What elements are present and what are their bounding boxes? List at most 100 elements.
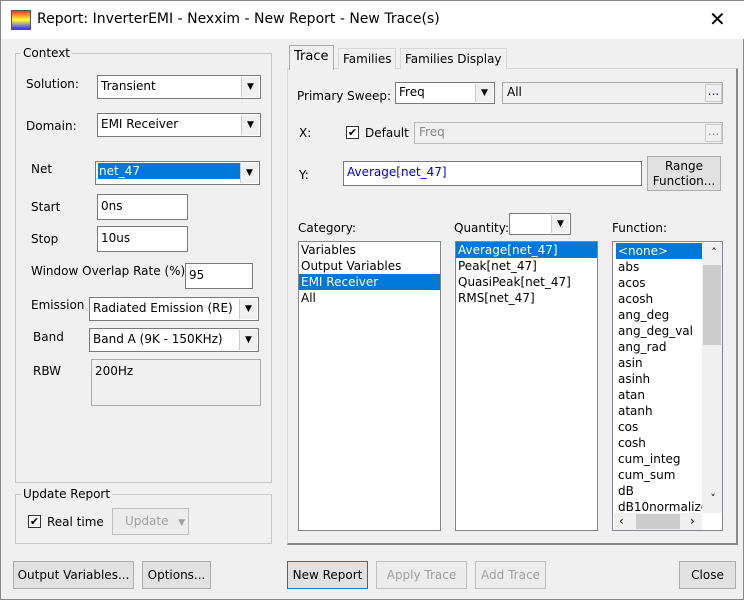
quantity-item[interactable]: RMS[net_47] (456, 290, 597, 306)
domain-label: Domain: (26, 119, 77, 133)
function-item[interactable]: abs (616, 259, 702, 275)
primary-sweep-value: Freq (399, 85, 425, 99)
primary-sweep-label: Primary Sweep: (297, 89, 392, 103)
default-label: Default (365, 126, 409, 140)
start-label: Start (31, 200, 61, 214)
x-field: Freq (414, 122, 723, 144)
realtime-label: Real time (47, 515, 104, 529)
quantity-item[interactable]: QuasiPeak[net_47] (456, 274, 597, 290)
function-item[interactable]: atan (616, 387, 702, 403)
net-combo[interactable]: net_47 ▼ (95, 161, 260, 185)
function-item[interactable]: acos (616, 275, 702, 291)
default-checkbox[interactable]: ✔ (346, 126, 359, 139)
category-item[interactable]: Variables (299, 242, 440, 258)
rbw-field: 200Hz (91, 359, 261, 406)
close-window-icon[interactable]: ✕ (709, 7, 726, 31)
options-button[interactable]: Options... (142, 561, 211, 589)
scroll-down-icon[interactable]: ˅ (702, 491, 722, 507)
domain-value: EMI Receiver (101, 117, 179, 131)
category-list[interactable]: Variables Output Variables EMI Receiver All (298, 241, 441, 531)
band-label: Band (33, 330, 64, 344)
output-variables-button[interactable]: Output Variables... (13, 561, 134, 589)
quantity-filter-combo[interactable]: ▼ (509, 213, 571, 235)
stop-label: Stop (31, 232, 59, 246)
emission-combo[interactable]: Radiated Emission (RE) ▼ (89, 297, 259, 321)
window-title: Report: InverterEMI - Nexxim - New Repor… (37, 11, 440, 27)
h-scrollbar-thumb[interactable] (636, 514, 680, 529)
overlap-input[interactable]: 95 (185, 263, 253, 289)
tab-trace[interactable]: Trace (289, 45, 334, 70)
function-item[interactable]: ang_rad (616, 339, 702, 355)
net-value: net_47 (98, 163, 240, 179)
function-item[interactable]: cos (616, 419, 702, 435)
chevron-down-icon: ▼ (239, 299, 257, 319)
quantity-list[interactable]: Average[net_47] Peak[net_47] QuasiPeak[net… (455, 241, 598, 531)
context-legend: Context (21, 46, 73, 60)
function-item[interactable]: acosh (616, 291, 702, 307)
function-item[interactable]: dB (616, 483, 702, 499)
category-label: Category: (298, 221, 356, 235)
function-item[interactable]: cosh (616, 435, 702, 451)
scroll-left-icon[interactable]: ‹ (619, 513, 624, 529)
quantity-item[interactable]: Average[net_47] (456, 242, 597, 258)
scroll-up-icon[interactable]: ˄ (704, 243, 722, 263)
domain-combo[interactable]: EMI Receiver ▼ (97, 113, 261, 137)
new-report-button[interactable]: New Report (287, 561, 368, 589)
function-list[interactable]: <none> abs acos acosh ang_deg ang_deg_val ang_… (612, 241, 723, 531)
start-input[interactable]: 0ns (97, 194, 188, 220)
update-report-legend: Update Report (21, 487, 113, 501)
app-logo-icon (11, 10, 31, 30)
solution-label: Solution: (26, 77, 79, 91)
band-combo[interactable]: Band A (9K - 150KHz) ▼ (89, 328, 259, 352)
function-item[interactable]: asinh (616, 371, 702, 387)
tab-families-display[interactable]: Families Display (400, 48, 507, 69)
category-item[interactable]: EMI Receiver (299, 274, 440, 290)
y-label: Y: (299, 168, 309, 182)
stop-input[interactable]: 10us (97, 226, 188, 252)
chevron-down-icon: ▼ (240, 163, 258, 183)
x-ellipsis-button[interactable]: ... (705, 124, 722, 142)
function-item[interactable]: <none> (616, 243, 702, 259)
update-button[interactable]: Update ▼ (112, 508, 189, 535)
add-trace-button[interactable]: Add Trace (475, 561, 546, 589)
range-function-button[interactable]: Range Function... (647, 156, 721, 191)
title-bar: Report: InverterEMI - Nexxim - New Repor… (1, 1, 744, 39)
chevron-down-icon: ▼ (178, 518, 186, 528)
primary-sweep-combo[interactable]: Freq ▼ (395, 82, 495, 104)
category-item[interactable]: Output Variables (299, 258, 440, 274)
scrollbar-thumb[interactable] (703, 265, 721, 345)
sweep-ellipsis-button[interactable]: ... (705, 84, 722, 102)
y-expression-input[interactable]: Average[net_47] (343, 161, 642, 186)
function-item[interactable]: ang_deg_val (616, 323, 702, 339)
category-item[interactable]: All (299, 290, 440, 306)
function-item[interactable]: asin (616, 355, 702, 371)
sweep-values-field: All (502, 82, 723, 104)
function-item[interactable]: dB10normalize (616, 499, 702, 513)
emission-label: Emission (31, 298, 85, 312)
function-item[interactable]: cum_integ (616, 451, 702, 467)
chevron-down-icon: ▼ (241, 115, 259, 135)
scroll-right-icon[interactable]: › (690, 513, 695, 529)
band-value: Band A (9K - 150KHz) (93, 332, 223, 346)
solution-value: Transient (101, 79, 156, 93)
chevron-down-icon: ▼ (475, 84, 493, 102)
horizontal-scrollbar[interactable]: ‹ › (614, 513, 702, 530)
function-item[interactable]: ang_deg (616, 307, 702, 323)
vertical-scrollbar[interactable]: ˄ ˅ (702, 243, 722, 513)
quantity-item[interactable]: Peak[net_47] (456, 258, 597, 274)
tab-families[interactable]: Families (338, 48, 397, 69)
overlap-label: Window Overlap Rate (%) (31, 264, 186, 278)
apply-trace-button[interactable]: Apply Trace (376, 561, 467, 589)
x-label: X: (299, 126, 312, 140)
solution-combo[interactable]: Transient ▼ (97, 75, 261, 99)
realtime-checkbox[interactable]: ✔ (28, 515, 41, 528)
rbw-label: RBW (33, 364, 62, 378)
close-button[interactable]: Close (679, 561, 736, 589)
quantity-label: Quantity: (454, 221, 510, 235)
update-button-label: Update (125, 514, 169, 528)
net-label: Net (31, 162, 53, 176)
function-item[interactable]: atanh (616, 403, 702, 419)
function-label: Function: (612, 221, 668, 235)
chevron-down-icon: ▼ (551, 215, 569, 233)
function-item[interactable]: cum_sum (616, 467, 702, 483)
